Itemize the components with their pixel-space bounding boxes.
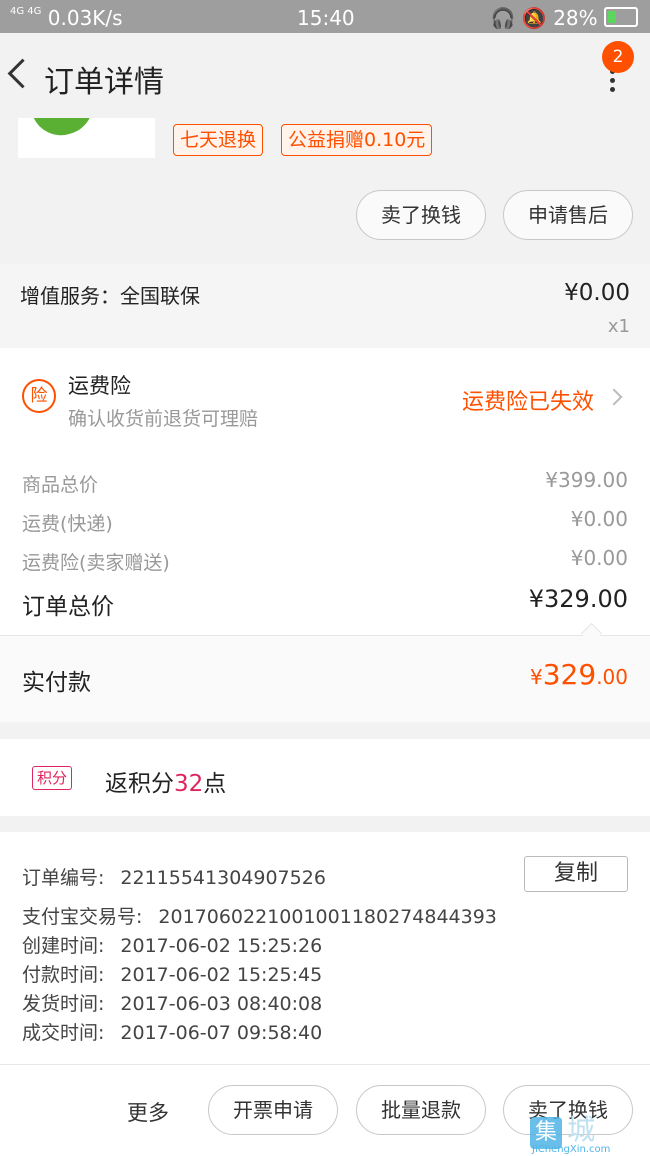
service-price: ¥0.00 xyxy=(564,280,630,306)
points-number: 32 xyxy=(174,771,204,797)
product-section: 七天退换 公益捐赠0.10元 卖了换钱 申请售后 xyxy=(0,118,650,256)
points-badge: 积分 xyxy=(32,766,73,790)
more-menu-icon[interactable] xyxy=(610,69,616,95)
paid-time-label: 付款时间: xyxy=(22,964,105,986)
goods-total-label: 商品总价 xyxy=(22,474,99,496)
battery-icon xyxy=(604,7,638,27)
after-sales-button[interactable]: 申请售后 xyxy=(503,190,633,240)
mute-icon: 🔕 xyxy=(521,6,547,30)
completed-time-label: 成交时间: xyxy=(22,1022,105,1044)
paid-time-line: 付款时间: 2017-06-02 15:25:45 xyxy=(22,960,322,987)
alipay-trade-label: 支付宝交易号: xyxy=(22,906,143,928)
product-thumbnail[interactable] xyxy=(18,118,155,158)
sell-for-cash-button[interactable]: 卖了换钱 xyxy=(356,190,486,240)
insurance-subtitle: 确认收货前退货可理赔 xyxy=(68,408,259,430)
paid-decimal: .00 xyxy=(596,665,628,689)
points-prefix: 返积分 xyxy=(105,771,174,797)
notification-badge: 2 xyxy=(602,41,634,73)
invoice-request-button[interactable]: 开票申请 xyxy=(208,1085,338,1135)
status-bar: 4G 4G 0.03K/s 15:40 🎧 🔕 28% xyxy=(0,0,650,33)
points-card xyxy=(0,739,650,816)
shipping-value: ¥0.00 xyxy=(570,507,628,531)
shipped-time-label: 发货时间: xyxy=(22,993,105,1015)
watermark: 集 城 JiChengXin.com xyxy=(530,1108,610,1155)
shipping-label: 运费(快递) xyxy=(22,513,113,535)
header: 订单详情 2 xyxy=(0,33,650,118)
back-icon[interactable] xyxy=(7,58,38,89)
paid-integer: 329 xyxy=(542,658,597,691)
order-number-line: 订单编号: 22115541304907526 xyxy=(22,863,326,890)
headphone-icon: 🎧 xyxy=(490,6,516,30)
completed-time-value: 2017-06-07 09:58:40 xyxy=(120,1022,323,1044)
order-number-label: 订单编号: xyxy=(22,867,105,889)
page-title: 订单详情 xyxy=(44,65,164,100)
insurance-title: 运费险 xyxy=(68,374,131,398)
order-total-label: 订单总价 xyxy=(22,594,114,620)
watermark-site: JiChengXin.com xyxy=(532,1144,611,1155)
watermark-cn: 城 xyxy=(567,1113,596,1146)
paid-amount: ¥329.00 xyxy=(530,658,628,691)
paid-currency: ¥ xyxy=(530,665,543,689)
paid-label: 实付款 xyxy=(22,670,91,696)
created-time-line: 创建时间: 2017-06-02 15:25:26 xyxy=(22,931,322,958)
tag-seven-day-return: 七天退换 xyxy=(173,124,264,156)
order-number-value: 22115541304907526 xyxy=(120,867,326,889)
completed-time-line: 成交时间: 2017-06-07 09:58:40 xyxy=(22,1018,322,1045)
order-total-value: ¥329.00 xyxy=(528,585,628,613)
shipping-insurance-value: ¥0.00 xyxy=(570,546,628,570)
shipped-time-value: 2017-06-03 08:40:08 xyxy=(120,993,323,1015)
insurance-icon: 险 xyxy=(22,379,56,413)
points-suffix: 点 xyxy=(203,771,227,797)
created-time-label: 创建时间: xyxy=(22,935,105,957)
service-label: 增值服务：全国联保 xyxy=(20,284,200,308)
paid-time-value: 2017-06-02 15:25:45 xyxy=(120,964,323,986)
signal-icon: 4G 4G xyxy=(10,6,42,17)
shipped-time-line: 发货时间: 2017-06-03 08:40:08 xyxy=(22,989,322,1016)
network-speed: 0.03K/s xyxy=(47,6,123,30)
copy-button[interactable]: 复制 xyxy=(524,856,628,892)
tag-charity-donation: 公益捐赠0.10元 xyxy=(281,124,433,156)
more-button[interactable]: 更多 xyxy=(127,1097,169,1127)
battery-percent: 28% xyxy=(553,6,598,30)
points-text: 返积分32点 xyxy=(105,764,226,798)
goods-total-value: ¥399.00 xyxy=(545,468,628,492)
alipay-trade-line: 支付宝交易号: 2017060221001001180274844393 xyxy=(22,902,497,929)
created-time-value: 2017-06-02 15:25:26 xyxy=(120,935,323,957)
status-right: 🎧 🔕 28% xyxy=(491,6,638,30)
signal-indicator: 4G 4G 0.03K/s xyxy=(10,6,123,30)
shipping-insurance-label: 运费险(卖家赠送) xyxy=(22,552,170,574)
alipay-trade-value: 2017060221001001180274844393 xyxy=(158,906,497,928)
value-added-service: 增值服务：全国联保 ¥0.00 x1 xyxy=(0,264,650,348)
service-qty: x1 xyxy=(607,316,630,337)
batch-refund-button[interactable]: 批量退款 xyxy=(356,1085,486,1135)
insurance-status-link[interactable]: 运费险已失效 xyxy=(462,384,594,416)
clock: 15:40 xyxy=(297,6,355,30)
